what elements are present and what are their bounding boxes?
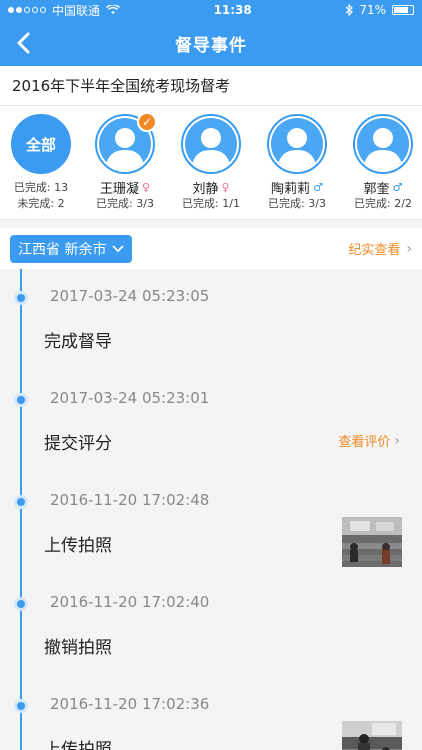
- female-icon: ♀: [221, 180, 230, 194]
- person-name-row: 王珊凝 ♀: [99, 178, 151, 197]
- battery-percent: 71%: [359, 3, 386, 17]
- person-item[interactable]: ✓ 王珊凝 ♀ 已完成: 3/3: [82, 112, 168, 219]
- timeline-dot-icon: [14, 597, 28, 611]
- person-name: 郭奎: [363, 181, 390, 197]
- chevron-left-icon: [17, 32, 30, 54]
- event-time: 2017-03-24 05:23:05: [50, 287, 210, 305]
- wifi-icon: [106, 5, 120, 14]
- male-icon: ♂: [313, 180, 323, 194]
- event-timeline[interactable]: 2017-03-24 05:23:05 完成督导 2017-03-24 05:2…: [0, 269, 422, 750]
- all-undone: 未完成: 2: [17, 197, 65, 210]
- clock: 11:38: [213, 3, 252, 17]
- region-label: 江西省 新余市: [18, 241, 107, 258]
- event-text: 撤销拍照: [44, 638, 112, 658]
- user-silhouette-icon: [185, 118, 237, 170]
- person-all[interactable]: 全部 已完成: 13 未完成: 2: [0, 114, 82, 219]
- all-label: 全部: [25, 135, 56, 154]
- carrier-label: 中国联通: [52, 3, 101, 18]
- timeline-event: 2016-11-20 17:02:36 上传拍照: [0, 685, 422, 750]
- person-done: 已完成: 1/1: [182, 197, 240, 210]
- status-right: 71%: [345, 3, 414, 17]
- status-left: 中国联通: [8, 2, 120, 19]
- all-button[interactable]: 全部: [11, 114, 71, 174]
- supervisor-strip[interactable]: 全部 已完成: 13 未完成: 2 ✓ 王珊凝 ♀ 已完成: 3/3 刘静 ♀ …: [0, 106, 422, 220]
- view-evaluation-link[interactable]: 查看评价 ›: [338, 431, 400, 451]
- person-done: 已完成: 2/2: [354, 197, 412, 210]
- person-name-row: 刘静 ♀: [192, 178, 230, 197]
- timeline-dot-icon: [14, 291, 28, 305]
- exam-title: 2016年下半年全国统考现场督考: [0, 66, 422, 106]
- event-time: 2017-03-24 05:23:01: [50, 389, 210, 407]
- person-item[interactable]: 陶莉莉 ♂ 已完成: 3/3: [254, 114, 340, 219]
- chevron-down-icon: [112, 244, 125, 252]
- person-item[interactable]: 郭奎 ♂ 已完成: 2/2: [340, 114, 422, 219]
- event-text: 上传拍照: [44, 740, 112, 750]
- event-time: 2016-11-20 17:02:40: [50, 593, 210, 611]
- event-text: 上传拍照: [44, 536, 112, 556]
- page-title: 督导事件: [175, 35, 247, 56]
- selected-check-icon: ✓: [137, 112, 157, 132]
- avatar: [267, 114, 327, 174]
- view-evaluation-label: 查看评价: [338, 435, 391, 450]
- person-name: 刘静: [192, 181, 219, 197]
- event-text: 完成督导: [44, 332, 112, 352]
- chevron-right-icon: ›: [394, 432, 400, 449]
- timeline-dot-icon: [14, 393, 28, 407]
- filter-bar: 江西省 新余市 纪实查看 ›: [0, 228, 422, 270]
- person-done: 已完成: 3/3: [268, 197, 326, 210]
- timeline-event: 2017-03-24 05:23:01 提交评分 查看评价 ›: [0, 379, 422, 481]
- timeline-dot-icon: [14, 495, 28, 509]
- person-item[interactable]: 刘静 ♀ 已完成: 1/1: [168, 114, 254, 219]
- signal-icon: [8, 7, 46, 13]
- records-label: 纪实查看: [348, 243, 401, 258]
- timeline-dot-icon: [14, 699, 28, 713]
- person-name-row: 郭奎 ♂: [363, 178, 403, 197]
- bluetooth-icon: [345, 4, 354, 16]
- avatar: ✓: [95, 112, 157, 174]
- timeline-event: 2016-11-20 17:02:40 撤销拍照: [0, 583, 422, 685]
- status-bar: 中国联通 11:38 71%: [0, 0, 422, 20]
- avatar: [181, 114, 241, 174]
- classroom-photo-thumbnail[interactable]: [342, 517, 402, 567]
- user-silhouette-icon: [357, 118, 409, 170]
- battery-icon: [391, 5, 414, 15]
- person-name: 王珊凝: [99, 181, 139, 197]
- female-icon: ♀: [141, 180, 151, 194]
- timeline-event: 2016-11-20 17:02:48 上传拍照: [0, 481, 422, 583]
- timeline-event: 2017-03-24 05:23:05 完成督导: [0, 277, 422, 379]
- event-time: 2016-11-20 17:02:48: [50, 491, 210, 509]
- nav-bar: 督导事件: [0, 20, 422, 66]
- records-link[interactable]: 纪实查看 ›: [348, 239, 412, 259]
- classroom-photo-thumbnail[interactable]: [342, 721, 402, 750]
- event-text: 提交评分: [44, 434, 112, 454]
- all-done: 已完成: 13: [13, 181, 69, 194]
- person-done: 已完成: 3/3: [96, 197, 154, 210]
- person-name-row: 陶莉莉 ♂: [271, 178, 323, 197]
- avatar: [353, 114, 413, 174]
- back-button[interactable]: [10, 30, 36, 56]
- region-dropdown[interactable]: 江西省 新余市: [10, 234, 133, 263]
- chevron-right-icon: ›: [406, 240, 412, 257]
- male-icon: ♂: [392, 180, 403, 194]
- event-time: 2016-11-20 17:02:36: [50, 695, 210, 713]
- person-name: 陶莉莉: [271, 181, 311, 197]
- user-silhouette-icon: [271, 118, 323, 170]
